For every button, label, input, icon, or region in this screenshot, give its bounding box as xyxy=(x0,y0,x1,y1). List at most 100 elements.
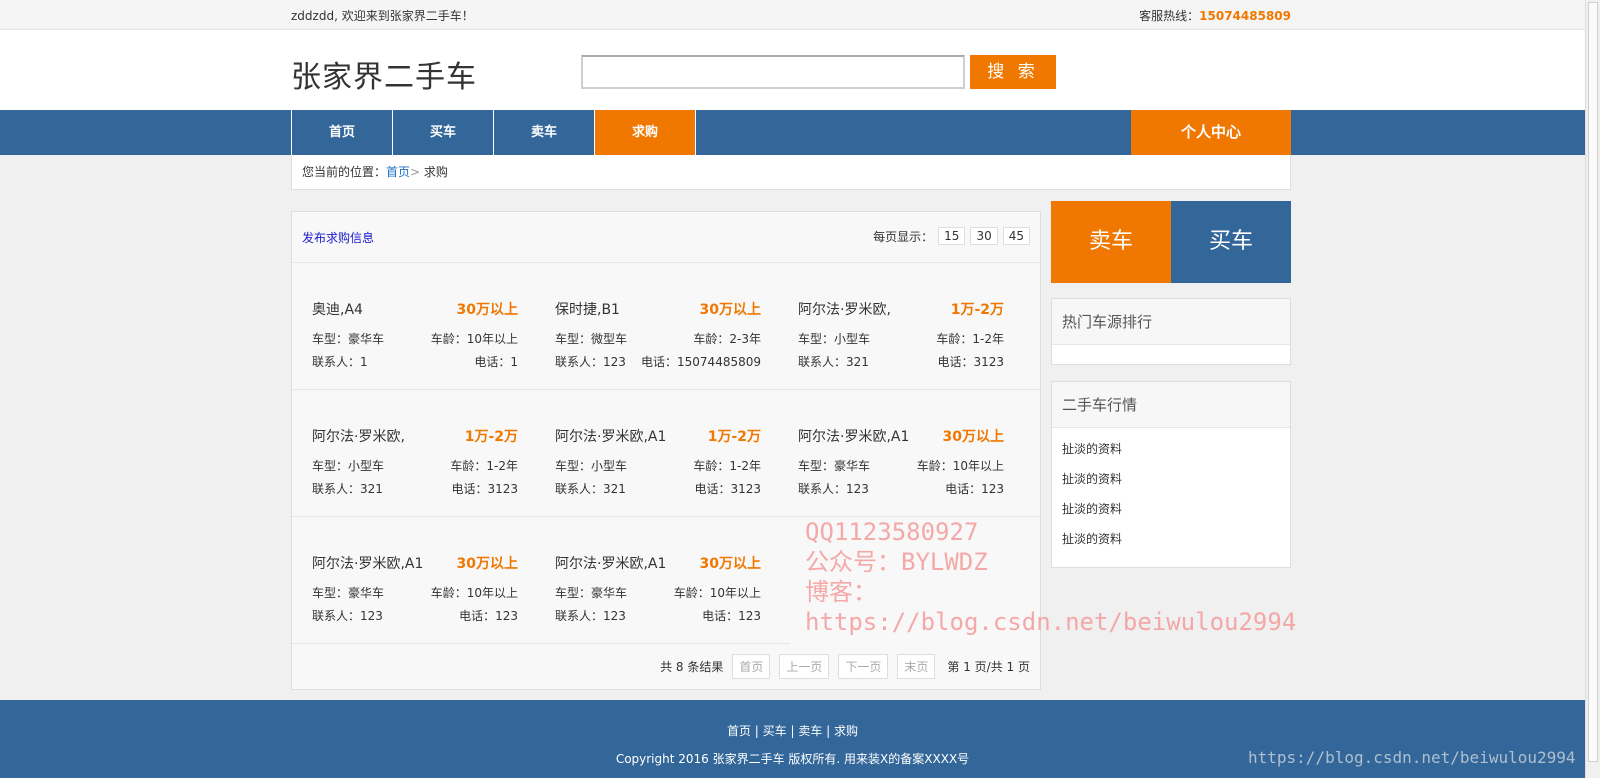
listing-grid: 奥迪,A4 30万以上 车型：豪华车 车龄：10年以上 联系人：1 电话：1 保时捷,B1 3… xyxy=(292,263,1040,644)
age-label: 车龄： xyxy=(916,459,953,473)
market-item[interactable]: 扯淡的资料 xyxy=(1062,494,1290,524)
type-value: 豪华车 xyxy=(591,586,628,600)
type-value: 豪华车 xyxy=(348,332,385,346)
type-value: 豪华车 xyxy=(834,459,871,473)
listing-type: 车型：豪华车 xyxy=(798,457,870,474)
first-page-button[interactable]: 首页 xyxy=(732,654,771,679)
list-toolbar: 发布求购信息 每页显示： 15 30 45 xyxy=(292,212,1040,263)
listing-name: 阿尔法·罗米欧,A1 xyxy=(312,556,424,572)
listing-contact: 联系人：321 xyxy=(555,480,626,497)
footer-link-separator: | xyxy=(822,724,835,738)
age-value: 10年以上 xyxy=(466,586,518,600)
listing-card[interactable]: 阿尔法·罗米欧,A1 30万以上 车型：豪华车 车龄：10年以上 联系人：123 电话：1… xyxy=(555,517,761,643)
listing-phone: 电话：123 xyxy=(945,480,1004,497)
listing-type: 车型：豪华车 xyxy=(555,584,627,601)
scrollbar-thumb[interactable] xyxy=(1588,2,1598,762)
listing-age: 车龄：10年以上 xyxy=(674,584,761,601)
age-label: 车龄： xyxy=(450,459,487,473)
search-button[interactable]: 搜 索 xyxy=(970,55,1056,89)
phone-label: 电话： xyxy=(937,355,974,369)
listing-card[interactable]: 阿尔法·罗米欧,A1 1万-2万 车型：小型车 车龄：1-2年 联系人：321 电话：31… xyxy=(555,390,761,516)
breadcrumb-separator: > xyxy=(410,165,421,179)
type-value: 小型车 xyxy=(834,332,871,346)
footer-link-separator: | xyxy=(750,724,763,738)
nav-item-home[interactable]: 首页 xyxy=(292,110,393,155)
welcome-text: zddzdd, 欢迎来到张家界二手车！ xyxy=(291,9,474,23)
listing-card[interactable]: 阿尔法·罗米欧, 1万-2万 车型：小型车 车龄：1-2年 联系人：321 电话：3123 xyxy=(312,390,518,516)
age-label: 车龄： xyxy=(693,459,730,473)
vertical-scrollbar[interactable] xyxy=(1585,0,1600,778)
nav-item-buy-car[interactable]: 买车 xyxy=(393,110,494,155)
nav-item-sell-car[interactable]: 卖车 xyxy=(494,110,595,155)
listing-name: 阿尔法·罗米欧, xyxy=(798,302,891,318)
phone-label: 电话： xyxy=(694,482,731,496)
phone-label: 电话： xyxy=(945,482,982,496)
sidebar-buy-car-button[interactable]: 买车 xyxy=(1171,201,1291,283)
contact-label: 联系人： xyxy=(555,609,604,623)
per-page-option[interactable]: 45 xyxy=(1002,227,1030,245)
phone-value: 123 xyxy=(738,609,761,623)
listing-age: 车龄：10年以上 xyxy=(431,330,518,347)
age-value: 2-3年 xyxy=(729,332,761,346)
per-page-option[interactable]: 30 xyxy=(970,227,998,245)
listing-phone: 电话：1 xyxy=(474,353,518,370)
contact-label: 联系人： xyxy=(312,355,361,369)
personal-center-button[interactable]: 个人中心 xyxy=(1131,110,1291,155)
listing-contact: 联系人：123 xyxy=(798,480,869,497)
listing-contact: 联系人：1 xyxy=(312,353,368,370)
listing-name: 阿尔法·罗米欧,A1 xyxy=(555,429,667,445)
per-page-option[interactable]: 15 xyxy=(938,227,966,245)
site-logo[interactable]: 张家界二手车 xyxy=(291,52,477,96)
phone-label: 电话： xyxy=(451,482,488,496)
contact-label: 联系人： xyxy=(798,355,847,369)
market-item[interactable]: 扯淡的资料 xyxy=(1062,524,1290,554)
listing-phone: 电话：123 xyxy=(459,607,518,624)
listing-contact: 联系人：321 xyxy=(798,353,869,370)
listing-type: 车型：豪华车 xyxy=(312,584,384,601)
listing-card[interactable]: 阿尔法·罗米欧,A1 30万以上 车型：豪华车 车龄：10年以上 联系人：123 电话：1… xyxy=(312,517,518,643)
listing-phone: 电话：3123 xyxy=(694,480,761,497)
nav-item-wanted[interactable]: 求购 xyxy=(595,110,696,155)
footer-link-sell-car[interactable]: 卖车 xyxy=(798,724,822,738)
type-value: 小型车 xyxy=(348,459,385,473)
type-label: 车型： xyxy=(312,586,349,600)
listing-card[interactable]: 阿尔法·罗米欧,A1 30万以上 车型：豪华车 车龄：10年以上 联系人：123 电话：1… xyxy=(798,390,1004,516)
contact-label: 联系人： xyxy=(312,482,361,496)
breadcrumb-current: 求购 xyxy=(423,165,448,179)
listing-type: 车型：小型车 xyxy=(798,330,870,347)
market-item[interactable]: 扯淡的资料 xyxy=(1062,434,1290,464)
last-page-button[interactable]: 末页 xyxy=(897,654,936,679)
copyright: Copyright 2016 张家界二手车 版权所有. 用来装X的备案XXXX号 xyxy=(615,752,970,766)
listing-price: 30万以上 xyxy=(699,302,761,318)
prev-page-button[interactable]: 上一页 xyxy=(779,654,830,679)
listing-type: 车型：小型车 xyxy=(312,457,384,474)
next-page-button[interactable]: 下一页 xyxy=(838,654,889,679)
age-label: 车龄： xyxy=(430,586,467,600)
sidebar-quick-tabs: 卖车 买车 xyxy=(1051,201,1291,283)
type-label: 车型： xyxy=(798,332,835,346)
sidebar-sell-car-button[interactable]: 卖车 xyxy=(1051,201,1171,283)
publish-wanted-link[interactable]: 发布求购信息 xyxy=(302,229,374,246)
listing-card[interactable]: 奥迪,A4 30万以上 车型：豪华车 车龄：10年以上 联系人：1 电话：1 xyxy=(312,263,518,389)
footer-link-home[interactable]: 首页 xyxy=(727,724,751,738)
search-input[interactable] xyxy=(581,55,965,89)
footer-link-buy-car[interactable]: 买车 xyxy=(763,724,787,738)
per-page-label: 每页显示： xyxy=(873,229,934,244)
phone-label: 电话： xyxy=(474,355,511,369)
age-label: 车龄： xyxy=(673,586,710,600)
age-value: 1-2年 xyxy=(486,459,518,473)
listing-name: 奥迪,A4 xyxy=(312,302,363,318)
type-value: 微型车 xyxy=(591,332,628,346)
footer-link-wanted[interactable]: 求购 xyxy=(834,724,858,738)
age-value: 1-2年 xyxy=(972,332,1004,346)
listing-contact: 联系人：321 xyxy=(312,480,383,497)
market-item[interactable]: 扯淡的资料 xyxy=(1062,464,1290,494)
phone-value: 123 xyxy=(495,609,518,623)
header: 张家界二手车 搜 索 xyxy=(0,30,1600,110)
listing-card[interactable]: 阿尔法·罗米欧, 1万-2万 车型：小型车 车龄：1-2年 联系人：321 电话：3123 xyxy=(798,263,1004,389)
age-label: 车龄： xyxy=(693,332,730,346)
breadcrumb-home-link[interactable]: 首页 xyxy=(386,165,410,179)
phone-value: 123 xyxy=(981,482,1004,496)
listing-card[interactable]: 保时捷,B1 30万以上 车型：微型车 车龄：2-3年 联系人：123 电话：150744… xyxy=(555,263,761,389)
listing-name: 阿尔法·罗米欧,A1 xyxy=(798,429,910,445)
